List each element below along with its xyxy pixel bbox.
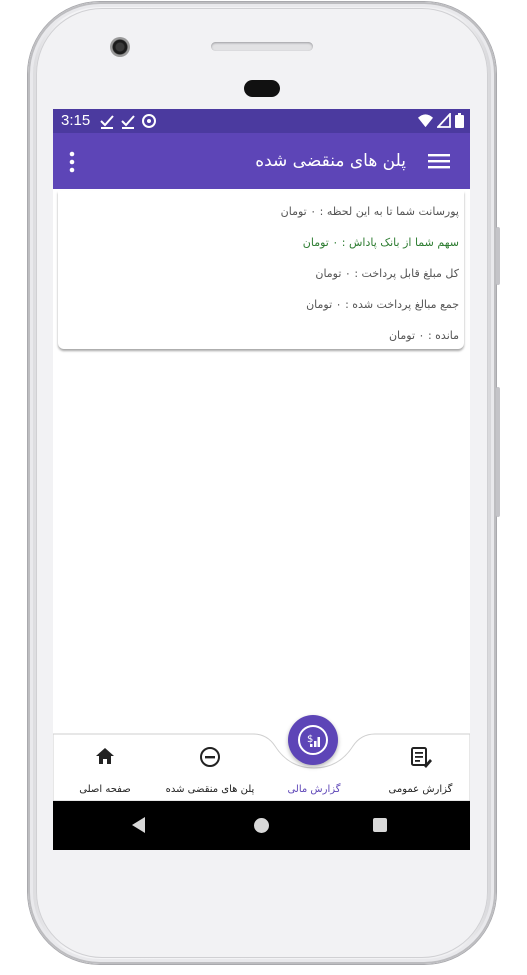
nav-expired-plans-label: پلن های منقضی شده [165, 784, 255, 795]
nav-financial-report-label: گزارش مالی [287, 784, 341, 795]
earpiece-speaker [211, 42, 313, 51]
back-icon[interactable] [132, 817, 145, 833]
home-icon [96, 748, 114, 764]
notification-icons [99, 113, 157, 129]
total-payable-line: کل مبلغ قابل پرداخت : ۰ تومان [315, 267, 459, 280]
percentage-line: پورسانت شما تا به این لحظه : ۰ تومان [280, 205, 459, 218]
financial-report-fab[interactable]: $ [288, 715, 338, 765]
nav-home[interactable]: صفحه اصلی [53, 732, 157, 801]
proximity-sensor [244, 80, 280, 97]
total-paid-line: جمع مبالغ پرداخت شده : ۰ تومان [306, 298, 459, 311]
hamburger-icon[interactable] [428, 151, 450, 171]
bottom-navigation: گزارش عمومی گزارش مالی پلن های منقضی شده… [53, 732, 470, 801]
nav-home-label: صفحه اصلی [79, 784, 131, 795]
status-bar: 3:15 [53, 109, 470, 133]
nav-general-report[interactable]: گزارش عمومی [371, 732, 470, 801]
volume-button [496, 387, 500, 517]
power-button [496, 227, 500, 285]
wifi-icon [418, 114, 433, 128]
front-camera [110, 37, 130, 57]
report-edit-icon [410, 747, 432, 768]
recent-apps-icon[interactable] [373, 818, 387, 832]
data-saver-icon [142, 114, 156, 128]
battery-icon [455, 113, 464, 128]
more-vert-icon[interactable] [67, 151, 77, 173]
page-title: پلن های منقضی شده [255, 151, 406, 171]
nav-expired-plans[interactable]: پلن های منقضی شده [158, 732, 262, 801]
download-done-icon-2 [121, 115, 135, 129]
reward-share-line: سهم شما از بانک پاداش : ۰ تومان [302, 236, 459, 249]
remaining-line: مانده : ۰ تومان [388, 329, 459, 342]
home-circle-icon[interactable] [254, 818, 269, 833]
signal-icon [437, 113, 451, 128]
screen: 3:15 پلن های منقضی شده پورسانت شما تا به… [53, 109, 470, 850]
svg-text:$: $ [307, 734, 313, 745]
status-time: 3:15 [61, 112, 91, 129]
system-navigation-bar [53, 801, 470, 850]
system-icons [418, 113, 464, 128]
app-bar: پلن های منقضی شده [53, 133, 470, 189]
nav-general-report-label: گزارش عمومی [388, 784, 453, 795]
dollar-chart-icon: $ [307, 734, 320, 747]
summary-card: پورسانت شما تا به این لحظه : ۰ تومان سهم… [58, 191, 464, 349]
minus-circle-icon [200, 747, 220, 767]
download-done-icon [100, 115, 114, 129]
